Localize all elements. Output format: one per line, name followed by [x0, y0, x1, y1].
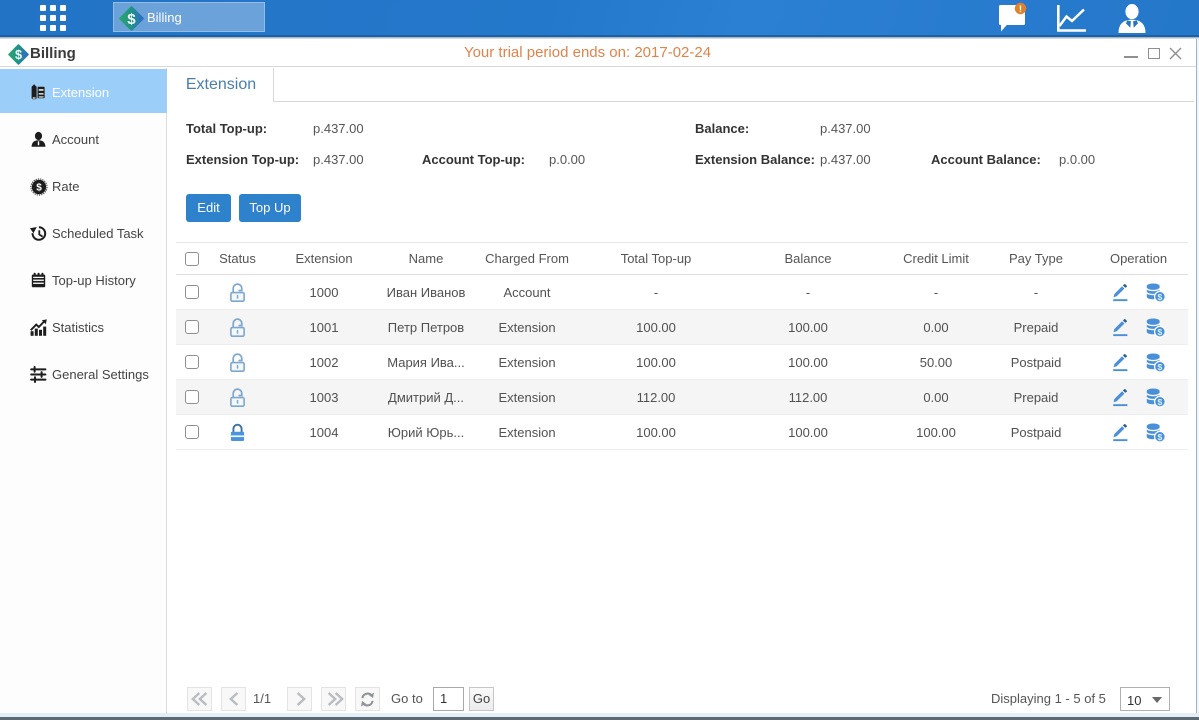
svg-text:$: $: [1158, 326, 1163, 336]
svg-text:$: $: [1158, 361, 1163, 371]
svg-text:$: $: [1158, 291, 1163, 301]
svg-text:$: $: [1158, 431, 1163, 441]
svg-text:$: $: [1158, 396, 1163, 406]
svg-text:$: $: [36, 183, 42, 194]
svg-text:$: $: [127, 11, 136, 28]
svg-text:!: !: [1019, 4, 1022, 15]
